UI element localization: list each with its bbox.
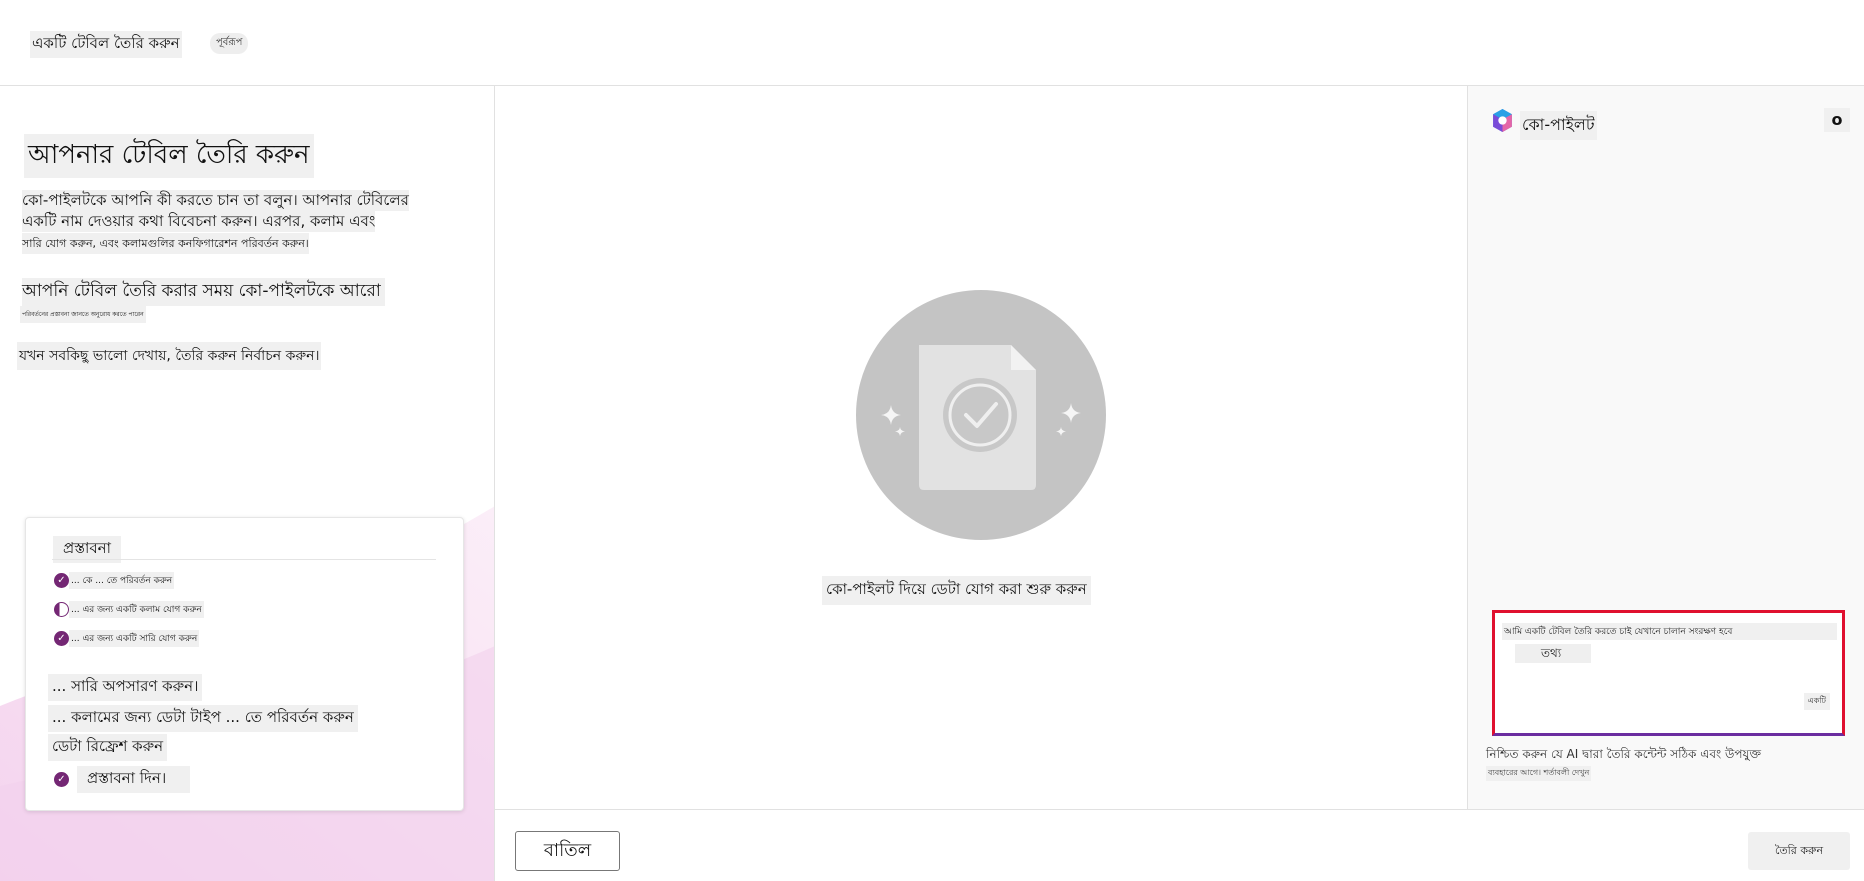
dialog-footer: বাতিল তৈরি করুন <box>495 809 1864 881</box>
page-title: একটি টেবিল তৈরি করুন <box>30 31 182 58</box>
suggestion-item[interactable]: ✓ ... কে ... তে পরিবর্তন করুন <box>54 572 175 589</box>
copilot-title: কো-পাইলট <box>1520 111 1597 140</box>
panel-description: কো-পাইলটকে আপনি কী করতে চান তা বলুন। আপন… <box>22 190 462 254</box>
close-copilot-button[interactable]: o <box>1824 108 1850 132</box>
copilot-hint-text: পরিবর্তনের প্রস্তাবনা জানতে অনুরোধ করতে … <box>20 306 146 323</box>
ai-disclaimer: নিশ্চিত করুন যে AI দ্বারা তৈরি কন্টেন্ট … <box>1486 747 1762 761</box>
copilot-panel: কো-পাইলট o আমি একটি টেবিল তৈরি করতে চাই … <box>1467 86 1864 809</box>
suggestions-card: প্রস্তাবনা ✓ ... কে ... তে পরিবর্তন করুন… <box>25 517 464 811</box>
preview-badge: পূর্বরূপ <box>210 33 249 54</box>
suggestion-item[interactable]: ... এর জন্য একটি কলাম যোগ করুন <box>54 601 204 618</box>
context-chip[interactable]: তথ্য <box>1515 644 1591 663</box>
suggestion-label: ... কলামের জন্য ডেটা টাইপ ... তে পরিবর্ত… <box>48 705 358 732</box>
create-instruction: যখন সবকিছু ভালো দেখায়, তৈরি করুন নির্বা… <box>17 342 322 370</box>
suggestion-item[interactable]: ... সারি অপসারণ করুন। <box>48 674 203 701</box>
suggestion-item[interactable]: ✓ ... এর জন্য একটি সারি যোগ করুন <box>54 630 200 647</box>
empty-table-illustration <box>856 290 1106 540</box>
table-preview-area: কো-পাইলট দিয়ে ডেটা যোগ করা শুরু করুন <box>495 86 1467 809</box>
suggestion-item[interactable]: ডেটা রিফ্রেশ করুন <box>48 734 168 761</box>
check-icon: ✓ <box>54 772 69 787</box>
description-line-3: সারি যোগ করুন, এবং কলামগুলির কনফিগারেশন … <box>22 233 309 254</box>
create-button[interactable]: তৈরি করুন <box>1748 832 1850 870</box>
instructions-panel: আপনার টেবিল তৈরি করুন কো-পাইলটকে আপনি কী… <box>0 86 495 881</box>
suggestion-label: ... এর জন্য একটি কলাম যোগ করুন <box>69 601 204 618</box>
chat-input-box[interactable]: আমি একটি টেবিল তৈরি করতে চাই যেখানে চালা… <box>1492 610 1845 736</box>
cancel-button[interactable]: বাতিল <box>515 831 620 871</box>
copilot-logo-icon <box>1493 109 1512 132</box>
panel-heading: আপনার টেবিল তৈরি করুন <box>24 134 314 178</box>
suggestion-label: ... এর জন্য একটি সারি যোগ করুন <box>69 630 200 647</box>
suggestion-label: প্রস্তাবনা দিন। <box>77 766 191 793</box>
send-button[interactable]: একটি <box>1803 693 1830 710</box>
check-icon: ✓ <box>54 631 69 646</box>
empty-state-text: কো-পাইলট দিয়ে ডেটা যোগ করা শুরু করুন <box>822 576 1091 605</box>
suggestion-label: ... কে ... তে পরিবর্তন করুন <box>69 572 175 589</box>
suggestion-label: ডেটা রিফ্রেশ করুন <box>48 734 168 761</box>
partial-check-icon <box>54 602 69 617</box>
divider <box>52 559 436 560</box>
description-line-2: একটি নাম দেওয়ার কথা বিবেচনা করুন। এরপর,… <box>22 211 376 232</box>
suggestion-item[interactable]: ... কলামের জন্য ডেটা টাইপ ... তে পরিবর্ত… <box>48 705 358 732</box>
suggestion-label: ... সারি অপসারণ করুন। <box>48 674 203 701</box>
terms-link[interactable]: ব্যবহারের আগে। শর্তাবলী দেখুন <box>1486 766 1592 781</box>
check-icon: ✓ <box>54 573 69 588</box>
description-line-1: কো-পাইলটকে আপনি কী করতে চান তা বলুন। আপন… <box>22 190 409 211</box>
page-header: একটি টেবিল তৈরি করুন পূর্বরূপ <box>0 0 1864 86</box>
suggestion-item[interactable]: ✓ প্রস্তাবনা দিন। <box>54 766 191 793</box>
chat-input-text[interactable]: আমি একটি টেবিল তৈরি করতে চাই যেখানে চালা… <box>1502 623 1837 640</box>
copilot-hint-heading: আপনি টেবিল তৈরি করার সময় কো-পাইলটকে আরো <box>22 278 385 306</box>
